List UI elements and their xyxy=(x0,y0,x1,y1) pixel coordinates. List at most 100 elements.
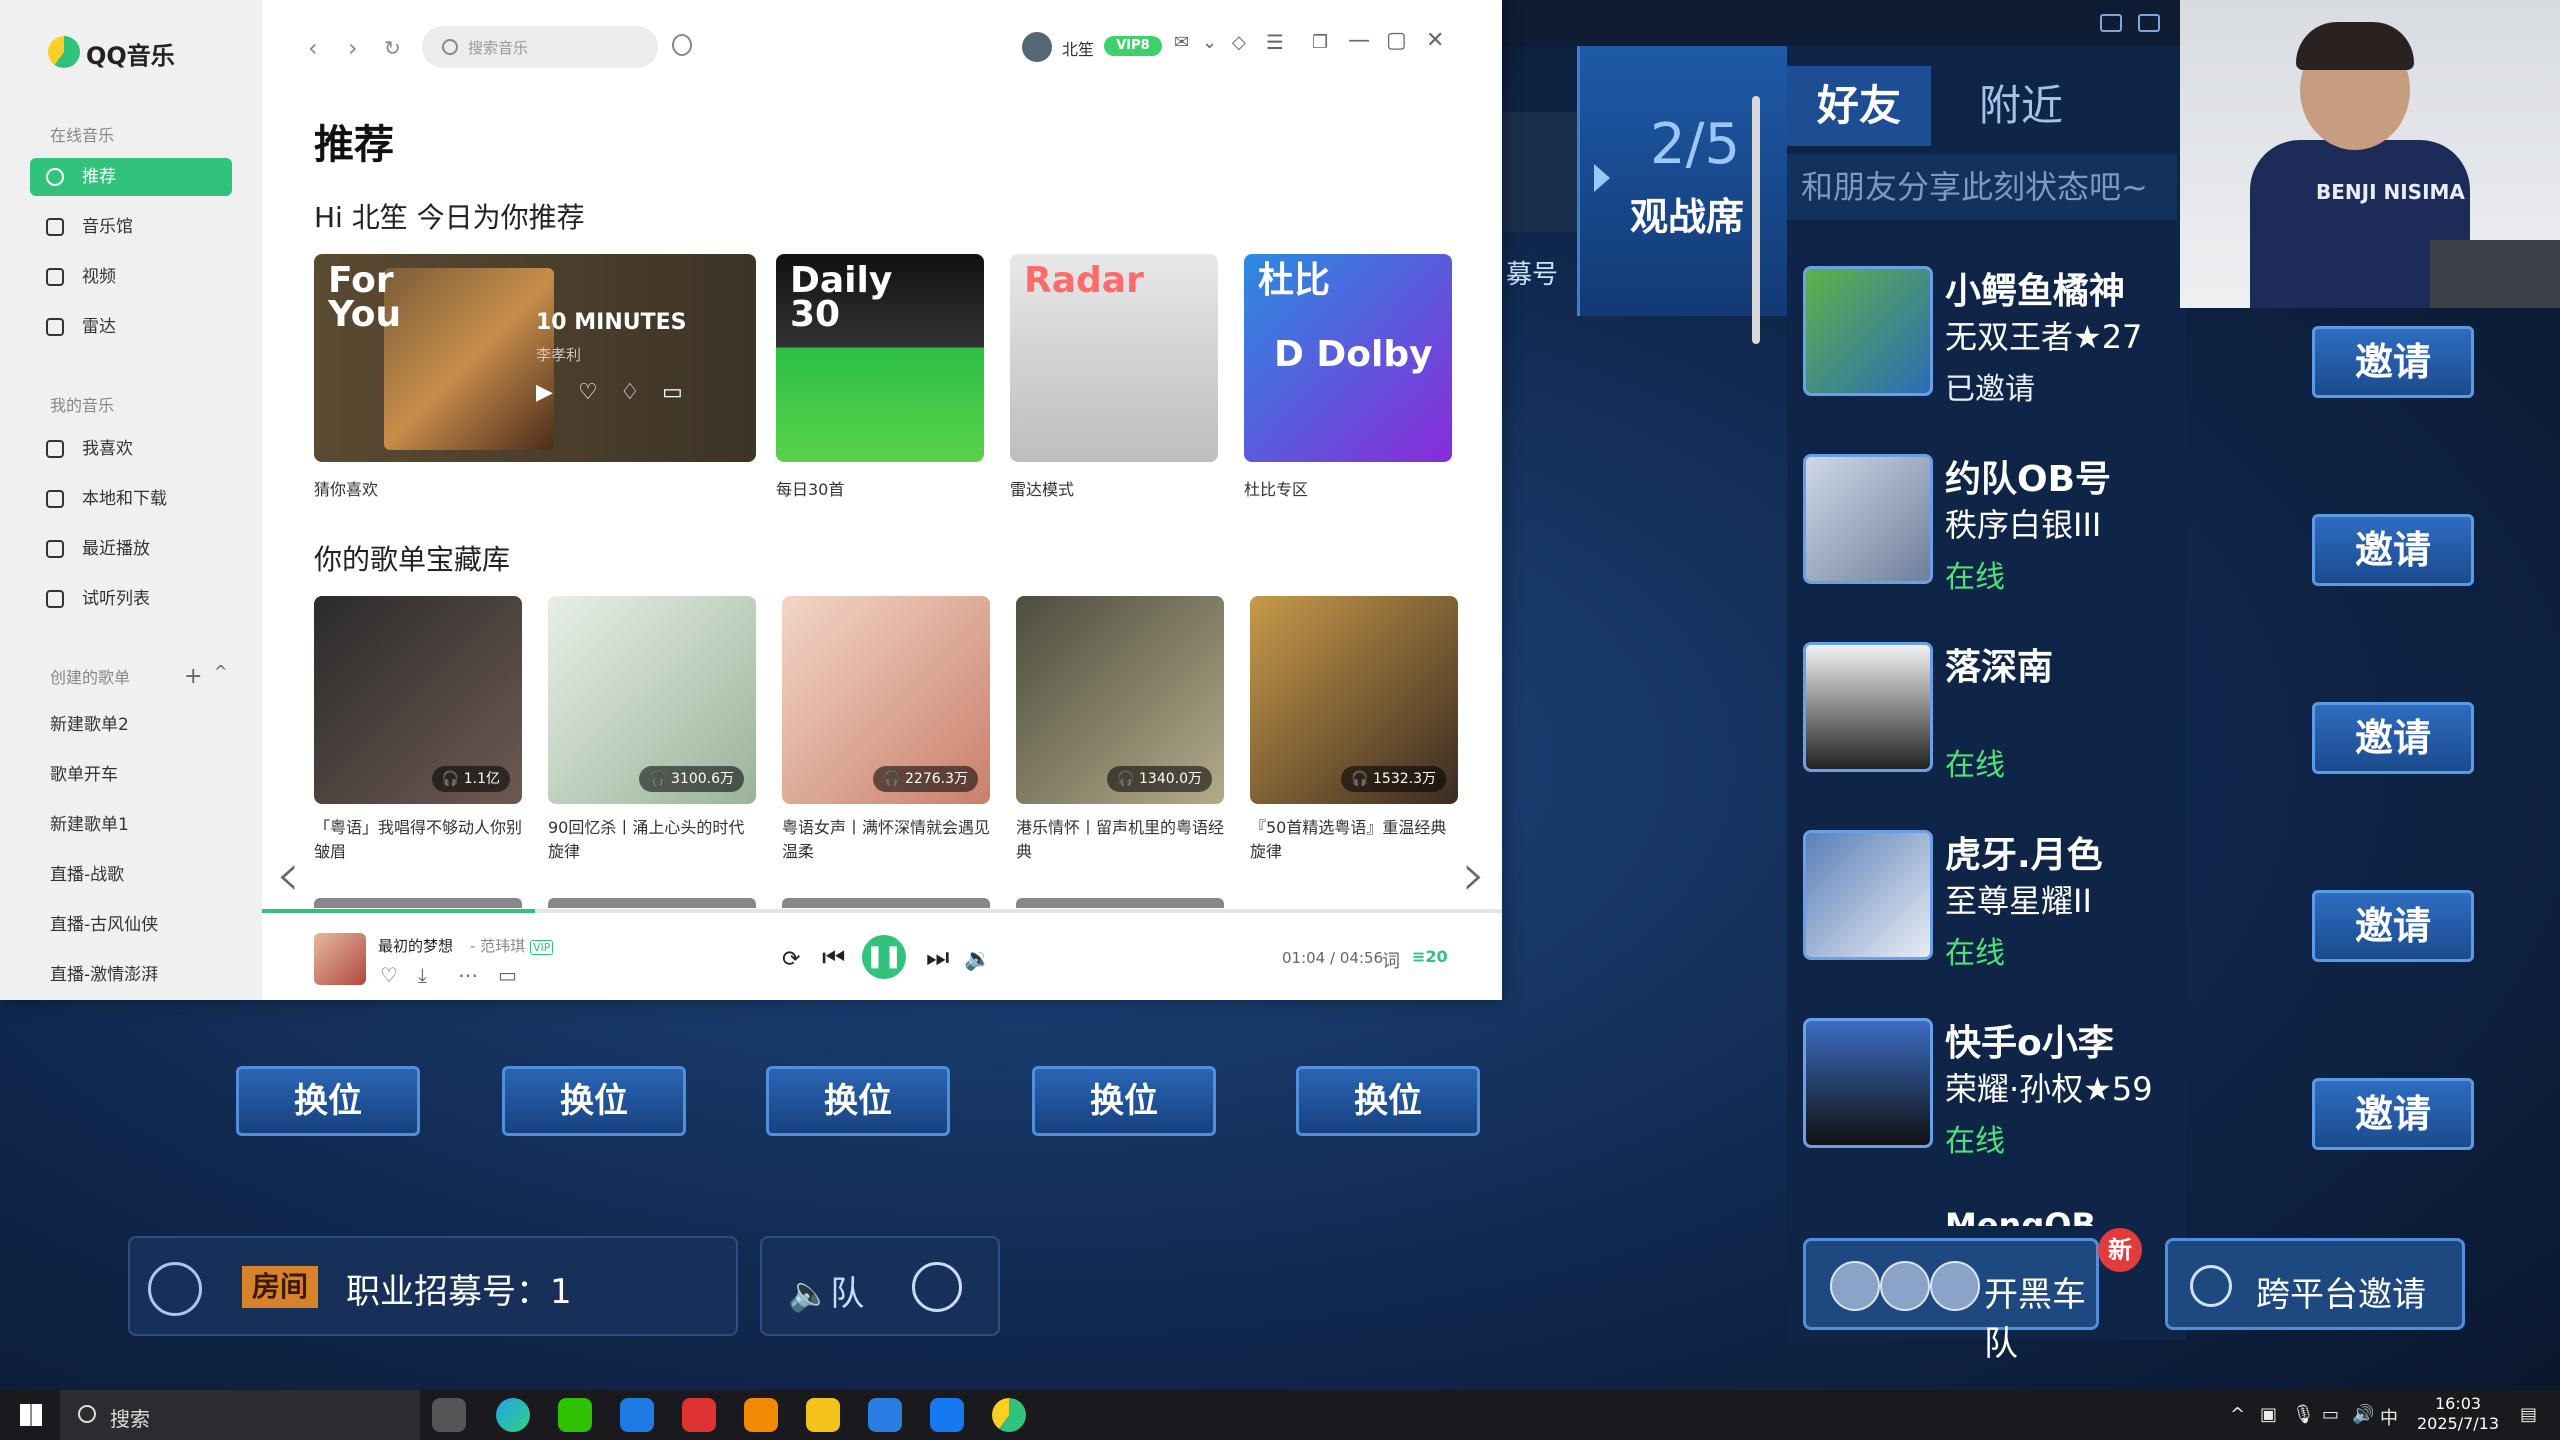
vip-badge[interactable]: VIP8 xyxy=(1104,36,1162,56)
comment-icon[interactable]: ▭ xyxy=(662,380,683,405)
team-voice-button[interactable]: 🔈队 xyxy=(788,1266,864,1315)
sidebar-item-recommend[interactable]: 推荐 xyxy=(30,158,232,196)
app-icon[interactable] xyxy=(682,1398,716,1432)
status-share-input[interactable]: 和朋友分享此刻状态吧~ xyxy=(1787,154,2177,220)
playlist-cover[interactable]: 🎧 1340.0万 xyxy=(1016,596,1224,804)
next-button[interactable]: ⏭ xyxy=(926,943,949,974)
recommended-song[interactable]: 10 MINUTES xyxy=(536,310,687,335)
invite-button[interactable]: 邀请 xyxy=(2312,514,2474,586)
invite-button[interactable]: 邀请 xyxy=(2312,702,2474,774)
pause-button[interactable]: ❚❚ xyxy=(862,935,906,979)
app-icon[interactable] xyxy=(620,1398,654,1432)
card-for-you[interactable]: For You 10 MINUTES 李孝利 ▶ ♡ ♢ ▭ xyxy=(314,254,756,462)
back-button[interactable]: ‹ xyxy=(308,34,318,62)
chat-icon[interactable] xyxy=(2138,14,2160,32)
sidebar-item-favorites[interactable]: 我喜欢 xyxy=(30,430,232,468)
ime-indicator[interactable]: 中 xyxy=(2380,1404,2398,1430)
taskbar-search[interactable]: 搜索 xyxy=(60,1390,420,1440)
sidebar-item-trial-list[interactable]: 试听列表 xyxy=(30,580,232,618)
avatar[interactable] xyxy=(1803,266,1933,396)
menu-icon[interactable]: ☰ xyxy=(1266,30,1284,54)
avatar[interactable] xyxy=(1803,830,1933,960)
sidebar-item-local-download[interactable]: 本地和下载 xyxy=(30,480,232,518)
tab-friends[interactable]: 好友 xyxy=(1787,66,1932,146)
scrollbar[interactable] xyxy=(1752,96,1760,344)
dislike-icon[interactable]: ♢ xyxy=(620,380,640,405)
refresh-button[interactable]: ↻ xyxy=(384,36,401,60)
forward-button[interactable]: › xyxy=(348,34,358,62)
voice-search-icon[interactable] xyxy=(672,34,692,56)
vlc-icon[interactable] xyxy=(744,1398,778,1432)
swap-button[interactable]: 换位 xyxy=(1296,1066,1480,1136)
maximize-button[interactable]: ▢ xyxy=(1386,28,1407,53)
search-box[interactable]: 搜索音乐 xyxy=(422,26,658,68)
volume-icon[interactable]: 🔉 xyxy=(964,947,991,972)
playlist-title[interactable]: 粤语女声丨满怀深情就会遇见温柔 xyxy=(782,816,992,864)
voice-text-icon[interactable] xyxy=(148,1262,202,1316)
add-playlist-icon[interactable]: + xyxy=(184,664,202,689)
now-playing-cover[interactable] xyxy=(314,933,366,985)
playlist-cover[interactable]: 🎧 1532.3万 xyxy=(1250,596,1458,804)
playlist-title[interactable]: 『50首精选粤语』重温经典旋律 xyxy=(1250,816,1460,864)
friend-item[interactable]: 约队OB号 秩序白银III 在线 xyxy=(1787,434,2187,622)
tray-expand-icon[interactable]: ^ xyxy=(2230,1404,2245,1425)
sidebar-playlist[interactable]: 新建歌单2 xyxy=(50,710,129,735)
playlist-cover[interactable] xyxy=(782,898,990,908)
card-daily-30[interactable]: Daily 30 xyxy=(776,254,984,462)
mini-mode-icon[interactable]: ❐ xyxy=(1312,32,1328,53)
card-dolby[interactable]: 杜比 D Dolby xyxy=(1244,254,1452,462)
chevron-down-icon[interactable]: ⌄ xyxy=(1202,32,1217,53)
sidebar-item-video[interactable]: 视频 xyxy=(30,258,232,296)
playlist-cover[interactable] xyxy=(314,898,522,908)
recommended-artist[interactable]: 李孝利 xyxy=(536,344,581,365)
playlist-cover[interactable]: 🎧 1.1亿 xyxy=(314,596,522,804)
minimize-button[interactable]: — xyxy=(1348,28,1370,53)
now-playing-artist[interactable]: - 范玮琪 VIP xyxy=(470,935,554,956)
skin-icon[interactable]: ◇ xyxy=(1232,32,1246,53)
cross-platform-invite-button[interactable]: 跨平台邀请 xyxy=(2165,1238,2465,1330)
notification-icon[interactable]: ▤ xyxy=(2520,1404,2537,1425)
playlist-title[interactable]: 90回忆杀丨涌上心头的时代旋律 xyxy=(548,816,758,864)
friend-item[interactable]: 快手o小李 荣耀·孙权★59 在线 xyxy=(1787,998,2187,1186)
edge-icon[interactable] xyxy=(496,1398,530,1432)
playlist-cover[interactable]: 🎧 3100.6万 xyxy=(548,596,756,804)
sidebar-playlist[interactable]: 直播-激情澎湃 xyxy=(50,960,158,985)
download-icon[interactable]: ⤓ xyxy=(418,963,427,987)
card-label[interactable]: 猜你喜欢 xyxy=(314,476,378,500)
task-view-icon[interactable] xyxy=(432,1398,466,1432)
playlist-cover[interactable]: 🎧 2276.3万 xyxy=(782,596,990,804)
avatar[interactable] xyxy=(1803,1018,1933,1148)
mail-icon[interactable]: ✉ xyxy=(1174,32,1189,53)
tab-nearby[interactable]: 附近 xyxy=(1979,66,2063,146)
sidebar-item-music-hall[interactable]: 音乐馆 xyxy=(30,208,232,246)
card-label[interactable]: 杜比专区 xyxy=(1244,476,1308,500)
playlist-cover[interactable] xyxy=(1016,898,1224,908)
progress-bar[interactable] xyxy=(262,909,1502,913)
sidebar-playlist[interactable]: 歌单开车 xyxy=(50,760,118,785)
swap-button[interactable]: 换位 xyxy=(502,1066,686,1136)
lyrics-button[interactable]: 词 xyxy=(1382,947,1400,973)
swap-button[interactable]: 换位 xyxy=(1032,1066,1216,1136)
comment-icon[interactable]: ▭ xyxy=(498,963,517,987)
carousel-next-button[interactable]: › xyxy=(1462,840,1486,910)
play-icon[interactable]: ▶ xyxy=(536,380,553,405)
sidebar-playlist[interactable]: 直播-古风仙侠 xyxy=(50,910,158,935)
heart-icon[interactable]: ♡ xyxy=(578,380,598,405)
card-label[interactable]: 雷达模式 xyxy=(1010,476,1074,500)
playlist-title[interactable]: 港乐情怀丨留声机里的粤语经典 xyxy=(1016,816,1226,864)
app-icon[interactable] xyxy=(930,1398,964,1432)
more-icon[interactable]: ⋯ xyxy=(458,963,478,987)
network-icon[interactable]: ▭ xyxy=(2322,1404,2339,1425)
avatar[interactable] xyxy=(1803,454,1933,584)
swap-button[interactable]: 换位 xyxy=(236,1066,420,1136)
invite-button[interactable]: 邀请 xyxy=(2312,326,2474,398)
user-name[interactable]: 北笙 xyxy=(1062,36,1094,60)
card-label[interactable]: 每日30首 xyxy=(776,476,844,500)
qq-music-icon[interactable] xyxy=(992,1398,1026,1432)
tray-app-icon[interactable]: ▣ xyxy=(2260,1404,2277,1425)
sidebar-playlist[interactable]: 直播-战歌 xyxy=(50,860,124,885)
swap-button[interactable]: 换位 xyxy=(766,1066,950,1136)
invite-button[interactable]: 邀请 xyxy=(2312,1078,2474,1150)
volume-icon[interactable]: 🔊 xyxy=(2352,1404,2374,1425)
carousel-prev-button[interactable]: ‹ xyxy=(276,840,300,910)
